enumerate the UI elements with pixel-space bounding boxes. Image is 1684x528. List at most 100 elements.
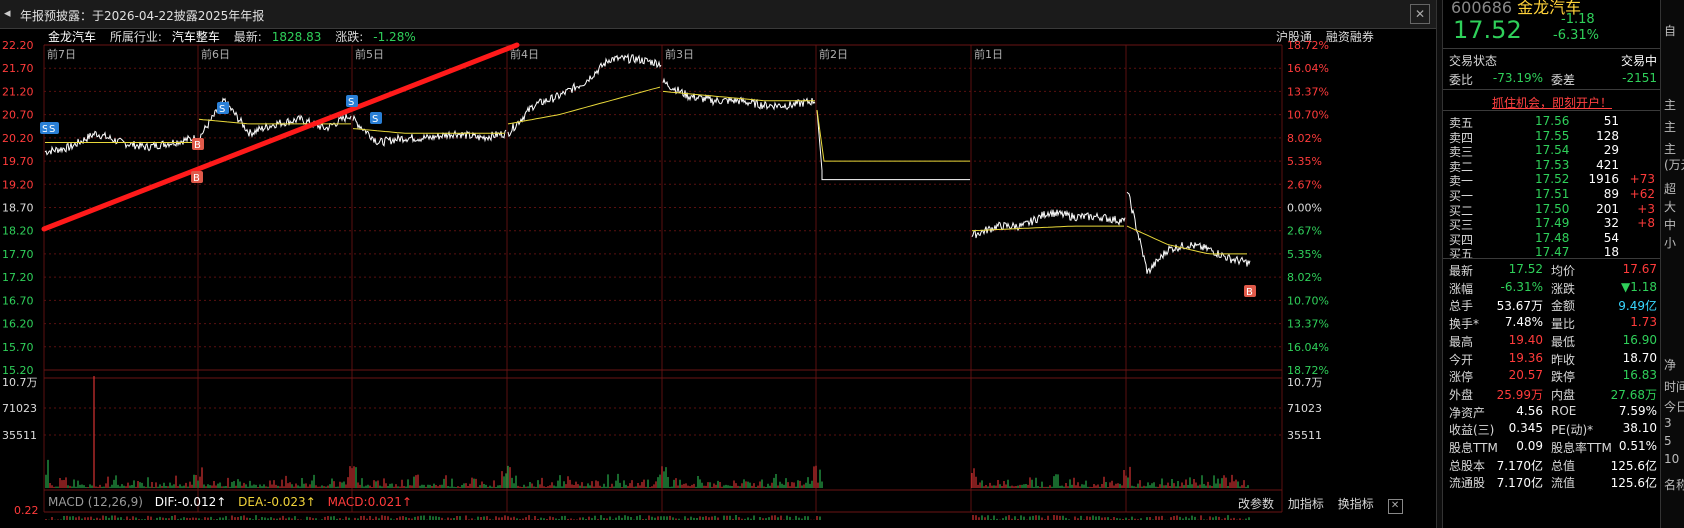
buy-signal-marker[interactable]: B — [192, 138, 204, 151]
edge-label[interactable]: 主 — [1664, 140, 1676, 157]
quote-stat-row: 股息TTM 0.09 股息率TTM 0.51% — [1443, 439, 1661, 455]
pct-axis-label: 8.02% — [1287, 271, 1322, 284]
quote-stat-row: 最高 19.40 最低 16.90 — [1443, 333, 1661, 349]
edge-label[interactable]: 10 — [1664, 452, 1679, 466]
price-axis-label: 16.20 — [2, 318, 34, 331]
order-book-row[interactable]: 买一 17.51 89 +62 — [1443, 187, 1661, 203]
quote-stat-row: 流通股 7.170亿 流值 125.6亿 — [1443, 474, 1661, 490]
average-price-line — [352, 128, 505, 134]
stat-label: 流值 — [1551, 476, 1576, 491]
volume-axis-label-right: 71023 — [1287, 402, 1322, 415]
edge-label[interactable]: 名称 — [1664, 476, 1684, 493]
edge-label[interactable]: (万元) — [1664, 156, 1684, 173]
edit-params-button[interactable]: 改参数 — [1238, 497, 1274, 511]
volume-axis-label-right: 10.7万 — [1287, 376, 1323, 389]
intraday-chart[interactable]: 前7日 前6日 前5日 前4日 前3日 前2日 前1日 22.20 21.70 21.20 20.7… — [0, 0, 1436, 528]
stat-label: 股息TTM — [1449, 441, 1498, 455]
pct-axis-label: 13.37% — [1287, 318, 1329, 331]
edge-label[interactable]: 主 — [1664, 118, 1676, 135]
level-delta: +3 — [1637, 201, 1655, 216]
quote-stat-row: 收益(三) 0.345 PE(动)* 38.10 — [1443, 421, 1661, 437]
order-book-row[interactable]: 卖一 17.52 1916 +73 — [1443, 172, 1661, 188]
pct-axis-label: 16.04% — [1287, 62, 1329, 75]
order-ratio-value: -73.19% — [1492, 71, 1543, 85]
edge-label[interactable]: 小 — [1664, 234, 1676, 251]
edge-label[interactable]: 大 — [1664, 198, 1676, 215]
order-book-row[interactable]: 买三 17.49 32 +8 — [1443, 216, 1661, 232]
level-volume: 51 — [1603, 114, 1619, 128]
buy-signal-marker[interactable]: B — [191, 171, 203, 184]
edge-label[interactable]: 时间 — [1664, 378, 1684, 395]
marker-letter: B — [193, 173, 200, 184]
level-volume: 29 — [1603, 143, 1619, 158]
price-change-pct: -6.31% — [1553, 28, 1599, 43]
sell-signal-marker[interactable]: S — [217, 102, 229, 115]
order-book-row[interactable]: 买二 17.50 201 +3 — [1443, 202, 1661, 218]
price-axis-label: 16.70 — [2, 294, 34, 307]
edge-label[interactable]: 5 — [1664, 434, 1672, 448]
level-price: 17.51 — [1535, 187, 1570, 201]
order-book-row[interactable]: 卖四 17.55 128 — [1443, 129, 1661, 145]
stat-value: 25.99万 — [1496, 387, 1543, 402]
stat-value: 4.56 — [1516, 403, 1543, 418]
switch-indicator-button[interactable]: 换指标 — [1338, 497, 1374, 511]
stat-value: 0.345 — [1508, 421, 1543, 436]
stat-value: 0.09 — [1516, 439, 1543, 453]
stat-label: 股息率TTM — [1551, 441, 1612, 455]
macd-label[interactable]: MACD (12,26,9) — [48, 495, 143, 509]
quote-stat-row: 总股本 7.170亿 总值 125.6亿 — [1443, 457, 1661, 473]
quote-stat-row: 涨停 20.57 跌停 16.83 — [1443, 368, 1661, 384]
price-line — [971, 209, 1126, 239]
add-indicator-button[interactable]: 加指标 — [1288, 497, 1324, 511]
edge-label[interactable]: 自 — [1664, 22, 1676, 39]
level-volume: 421 — [1596, 157, 1619, 172]
trend-line-annotation[interactable] — [41, 42, 520, 232]
stat-label: 涨跌 — [1551, 281, 1576, 296]
order-ratio-label: 委比 — [1449, 73, 1474, 87]
open-account-link[interactable]: 抓住机会，即刻开户！ — [1443, 94, 1661, 111]
stat-value: 16.90 — [1622, 332, 1657, 347]
quote-stat-row: 外盘 25.99万 内盘 27.68万 — [1443, 386, 1661, 402]
order-book-row[interactable]: 卖三 17.54 29 — [1443, 143, 1661, 159]
sell-signal-marker[interactable]: S — [370, 112, 382, 125]
marker-letter: S — [219, 104, 225, 115]
stat-value: 53.67万 — [1496, 299, 1543, 314]
stat-value: 0.51% — [1618, 439, 1657, 453]
pct-axis-label: 2.67% — [1287, 225, 1322, 238]
stat-label: 外盘 — [1449, 387, 1474, 402]
level-price: 17.48 — [1535, 230, 1570, 245]
edge-label[interactable]: 主 — [1664, 96, 1676, 113]
marker-letter: S — [372, 114, 378, 125]
sell-signal-marker[interactable]: S — [346, 95, 358, 108]
volume-axis-label-left: 71023 — [2, 402, 37, 415]
order-book-row[interactable]: 卖二 17.53 421 — [1443, 158, 1661, 174]
edge-label[interactable]: 中 — [1664, 216, 1676, 233]
price-axis-label: 22.20 — [2, 39, 34, 52]
stock-code: 600686 — [1451, 0, 1513, 17]
stat-value: 7.170亿 — [1496, 458, 1543, 473]
order-diff-label: 委差 — [1551, 73, 1576, 87]
stat-value: 27.68万 — [1610, 387, 1657, 402]
sell-signal-marker[interactable]: S — [47, 122, 59, 135]
edge-label[interactable]: 今日 — [1664, 398, 1684, 415]
edge-label[interactable]: 净 — [1664, 356, 1676, 373]
stat-label: 最新 — [1449, 264, 1474, 278]
level-delta: +62 — [1629, 187, 1655, 201]
stat-label: 涨停 — [1449, 370, 1474, 385]
stat-label: 涨幅 — [1449, 281, 1474, 296]
order-book-row[interactable]: 卖五 17.56 51 — [1443, 114, 1661, 130]
day-label: 前2日 — [819, 47, 848, 61]
level-price: 17.52 — [1535, 172, 1570, 187]
price-change: -1.18 — [1561, 12, 1595, 27]
stat-label: 最低 — [1551, 334, 1576, 349]
buy-signal-marker[interactable]: B — [1244, 285, 1256, 298]
trade-status-row: 交易状态 交易中 — [1443, 52, 1661, 68]
close-indicator-icon[interactable]: ✕ — [1387, 499, 1403, 514]
stat-label: 流通股 — [1449, 476, 1486, 491]
level-volume: 32 — [1603, 216, 1619, 231]
edge-label[interactable]: 超 — [1664, 180, 1676, 197]
quote-stat-row: 总手 53.67万 金额 9.49亿 — [1443, 297, 1661, 313]
edge-label[interactable]: 3 — [1664, 416, 1672, 430]
price-axis-label: 18.70 — [2, 202, 34, 215]
order-book-row[interactable]: 买四 17.48 54 — [1443, 231, 1661, 247]
